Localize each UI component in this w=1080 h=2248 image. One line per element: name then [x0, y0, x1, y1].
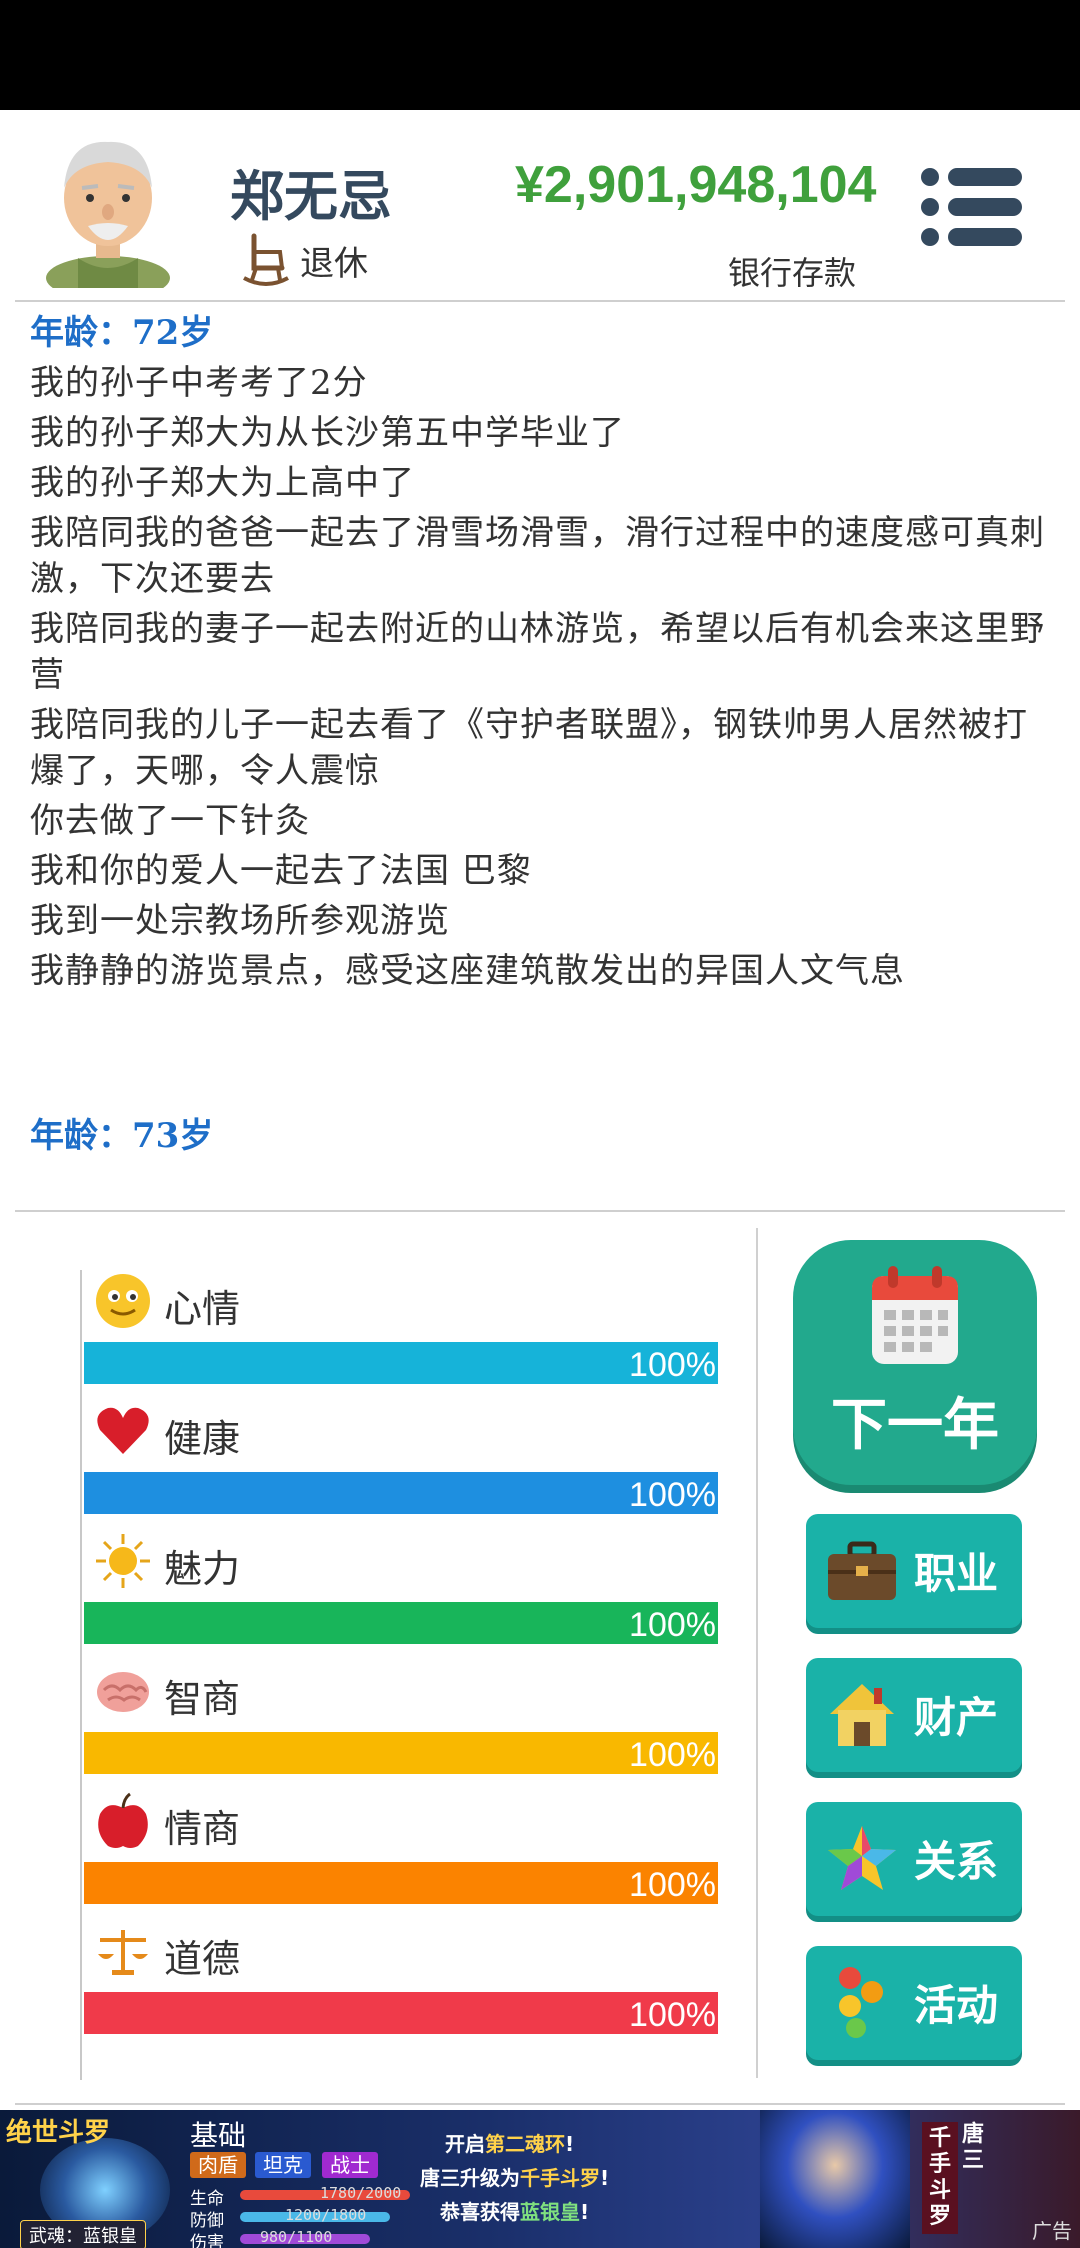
stat-bar-fill [84, 1342, 718, 1384]
activities-button[interactable]: 活动 [806, 1946, 1022, 2060]
property-label: 财产 [914, 1693, 999, 1742]
ad-character-art [760, 2110, 910, 2248]
log-divider [15, 1210, 1065, 1212]
ad-stat-value: 980/1100 [260, 2228, 333, 2246]
ad-headline: 恭喜获得蓝银皇! [440, 2200, 590, 2224]
ad-banner[interactable]: 绝世斗罗 武魂：蓝银皇 基础 肉盾 坦克 战士 生命 防御 伤害 1780/20… [0, 2110, 1080, 2248]
event-list: 我的孙子中考考了2分我的孙子郑大为从长沙第五中学毕业了 我的孙子郑大为上高中了我陪… [30, 360, 1060, 994]
stat-bar: 100% [84, 1732, 718, 1774]
stat-bar-fill [84, 1732, 718, 1774]
stat-bar-fill [84, 1472, 718, 1514]
ad-headline: 唐三升级为千手斗罗! [420, 2166, 610, 2190]
stat-row: 道德 100% [82, 1920, 722, 2040]
job-label: 退休 [300, 243, 368, 284]
relations-button[interactable]: 关系 [806, 1802, 1022, 1916]
ad-tag: 肉盾 [190, 2152, 246, 2178]
stat-row: 心情 100% [82, 1270, 722, 1390]
sun-icon [96, 1534, 150, 1588]
smiley-icon [96, 1274, 150, 1328]
event-entry: 我的孙子郑大为从长沙第五中学毕业了 [30, 413, 625, 453]
ad-vertical-text: 千手斗罗 [922, 2122, 958, 2234]
ad-vertical-text: 唐三 [961, 2122, 984, 2173]
header-divider [15, 300, 1065, 302]
event-entry: 我到一处宗教场所参观游览 [30, 901, 450, 941]
bank-balance-label: 银行存款 [728, 254, 857, 292]
bank-balance: ¥2,901,948,104 [515, 156, 877, 214]
ad-tag: 战士 [322, 2152, 378, 2178]
heart-icon [97, 1407, 149, 1454]
stat-name: 魅力 [164, 1547, 241, 1591]
age-heading: 年龄：72岁 [30, 313, 214, 353]
stat-value: 100% [629, 1866, 716, 1904]
briefcase-icon [828, 1541, 896, 1600]
attribute-panel: 心情 100% 健康 100% 魅力 100% 智商 100% 情商 100% 道德 100% [80, 1270, 722, 2080]
stat-bar: 100% [84, 1862, 718, 1904]
event-entry: 我静静的游览景点，感受这座建筑散发出的异国人文气息 [30, 951, 905, 991]
avatar-icon[interactable] [38, 128, 178, 288]
apple-icon [98, 1792, 148, 1848]
event-entry: 我陪同我的妻子一起去附近的山林游览，希望以后有机会来这里野营 [30, 609, 1045, 695]
stat-name: 道德 [164, 1937, 241, 1981]
stat-value: 100% [629, 1346, 716, 1384]
activity-dots-icon [839, 1967, 883, 2038]
stat-bar: 100% [84, 1602, 718, 1644]
event-entry: 我的孙子中考考了2分 [30, 363, 368, 403]
stat-name: 健康 [164, 1417, 241, 1461]
life-event-log[interactable]: 年龄：72岁 我的孙子中考考了2分我的孙子郑大为从长沙第五中学毕业了 我的孙子郑大… [30, 308, 1060, 1208]
event-entry: 你去做了一下针灸 [30, 801, 310, 841]
panel-divider [756, 1228, 758, 2078]
stat-value: 100% [629, 1606, 716, 1644]
stat-bar: 100% [84, 1472, 718, 1514]
menu-icon[interactable] [920, 165, 1024, 249]
rocking-chair-icon [243, 233, 289, 286]
calendar-icon [872, 1266, 958, 1364]
scales-icon [98, 1930, 148, 1975]
stat-row: 魅力 100% [82, 1530, 722, 1650]
stat-value: 100% [629, 1736, 716, 1774]
ad-headline: 开启第二魂环! [445, 2132, 575, 2156]
stat-row: 情商 100% [82, 1790, 722, 1910]
ad-stat-label: 伤害 [190, 2233, 224, 2248]
career-label: 职业 [914, 1549, 999, 1598]
next-year-button[interactable]: 下一年 [793, 1240, 1037, 1485]
stat-bar: 100% [84, 1342, 718, 1384]
brain-icon [97, 1672, 149, 1712]
ad-title: 基础 [190, 2119, 247, 2152]
ad-stat-value: 1780/2000 [320, 2184, 402, 2202]
ad-hero-tag: 武魂：蓝银皇 [20, 2220, 146, 2248]
next-year-label: 下一年 [831, 1393, 999, 1458]
stat-name: 情商 [164, 1807, 241, 1851]
ad-stat-value: 1200/1800 [285, 2206, 367, 2224]
ad-logo: 绝世斗罗 [6, 2118, 111, 2148]
stat-bar: 100% [84, 1992, 718, 2034]
career-button[interactable]: 职业 [806, 1514, 1022, 1628]
job-status: 退休 [242, 230, 368, 290]
character-name: 郑无忌 [230, 165, 392, 228]
stat-name: 智商 [164, 1677, 241, 1721]
property-button[interactable]: 财产 [806, 1658, 1022, 1772]
stat-value: 100% [629, 1996, 716, 2034]
stat-value: 100% [629, 1476, 716, 1514]
stat-name: 心情 [164, 1287, 241, 1331]
stat-bar-fill [84, 1862, 718, 1904]
house-icon [830, 1684, 894, 1746]
stat-row: 健康 100% [82, 1400, 722, 1520]
event-entry: 我陪同我的爸爸一起去了滑雪场滑雪，滑行过程中的速度感可真刺激，下次还要去 [30, 513, 1045, 599]
event-entry: 我的孙子郑大为上高中了 [30, 463, 415, 503]
ad-label[interactable]: 广告 [1032, 2215, 1072, 2244]
stat-bar-fill [84, 1992, 718, 2034]
stat-row: 智商 100% [82, 1660, 722, 1780]
activities-label: 活动 [914, 1981, 999, 2030]
status-bar [0, 0, 1080, 110]
star-icon [828, 1826, 896, 1890]
event-entry: 我和你的爱人一起去了法国 巴黎 [30, 851, 532, 891]
relations-label: 关系 [914, 1837, 999, 1886]
bottom-divider [15, 2103, 1065, 2105]
next-age-heading: 年龄：73岁 [30, 1116, 214, 1156]
profile-header: 郑无忌 退休 ¥2,901,948,104 银行存款 [0, 110, 1080, 300]
event-entry: 我陪同我的儿子一起去看了《守护者联盟》，钢铁帅男人居然被打爆了，天哪，令人震惊 [30, 705, 1028, 791]
ad-tag: 坦克 [255, 2152, 311, 2178]
stat-bar-fill [84, 1602, 718, 1644]
